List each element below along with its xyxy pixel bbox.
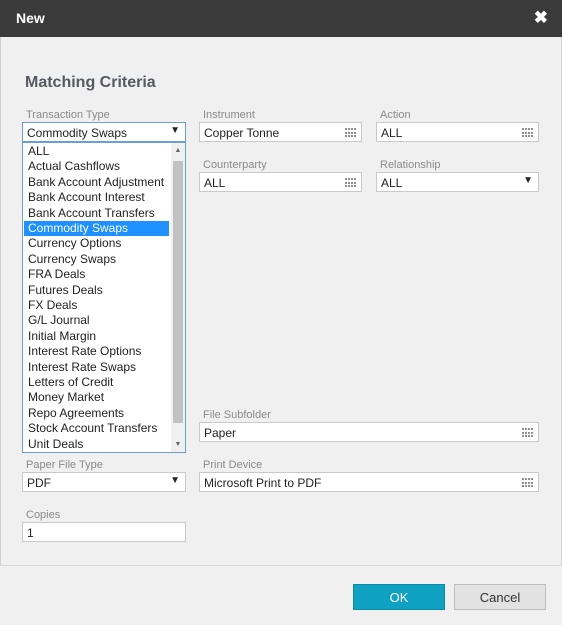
transaction-type-label: Transaction Type — [26, 109, 110, 121]
copies-value: 1 — [27, 526, 34, 540]
dropdown-option[interactable]: Unit Deals — [24, 437, 169, 452]
dropdown-option[interactable]: FX Deals — [24, 298, 169, 313]
copies-label: Copies — [26, 509, 61, 521]
grid-picker-icon[interactable] — [522, 478, 533, 487]
chevron-down-icon: ▼ — [170, 125, 180, 136]
dropdown-option[interactable]: Stock Account Transfers — [24, 421, 169, 436]
grid-picker-icon[interactable] — [345, 128, 356, 137]
relationship-label: Relationship — [380, 159, 441, 171]
ok-button[interactable]: OK — [353, 584, 445, 610]
dropdown-option[interactable]: Bank Account Interest — [24, 190, 169, 205]
paper-file-type-select[interactable]: PDF ▼ — [22, 472, 186, 492]
file-subfolder-label: File Subfolder — [203, 409, 271, 421]
dropdown-option[interactable]: Actual Cashflows — [24, 159, 169, 174]
dropdown-option[interactable]: Money Market — [24, 390, 169, 405]
grid-picker-icon[interactable] — [522, 428, 533, 437]
dropdown-option[interactable]: ALL — [24, 144, 169, 159]
instrument-value: Copper Tonne — [204, 126, 280, 140]
dropdown-option[interactable]: Letters of Credit — [24, 375, 169, 390]
transaction-type-value: Commodity Swaps — [27, 126, 128, 140]
relationship-select[interactable]: ALL ▼ — [376, 172, 539, 192]
paper-file-type-label: Paper File Type — [26, 459, 103, 471]
dropdown-option[interactable]: Interest Rate Options — [24, 344, 169, 359]
chevron-down-icon: ▼ — [523, 175, 533, 186]
grid-picker-icon[interactable] — [522, 128, 533, 137]
print-device-value: Microsoft Print to PDF — [204, 476, 322, 490]
dropdown-option[interactable]: Interest Rate Swaps — [24, 360, 169, 375]
print-device-field[interactable]: Microsoft Print to PDF — [199, 472, 539, 492]
file-subfolder-value: Paper — [204, 426, 237, 440]
dropdown-option[interactable]: G/L Journal — [24, 313, 169, 328]
dropdown-option[interactable]: Currency Swaps — [24, 252, 169, 267]
dropdown-option[interactable]: FRA Deals — [24, 267, 169, 282]
dialog-titlebar: New ✖ — [0, 0, 562, 37]
dropdown-option[interactable]: Initial Margin — [24, 329, 169, 344]
transaction-type-listbox[interactable]: ALL Actual Cashflows Bank Account Adjustme… — [22, 142, 186, 453]
section-heading: Matching Criteria — [25, 74, 156, 91]
dropdown-option[interactable]: Bank Account Transfers — [24, 206, 169, 221]
dropdown-option[interactable]: Repo Agreements — [24, 406, 169, 421]
cancel-button[interactable]: Cancel — [454, 584, 546, 610]
instrument-label: Instrument — [203, 109, 255, 121]
counterparty-value: ALL — [204, 176, 226, 190]
instrument-field[interactable]: Copper Tonne — [199, 122, 362, 142]
dropdown-option[interactable]: Futures Deals — [24, 283, 169, 298]
grid-picker-icon[interactable] — [345, 178, 356, 187]
file-subfolder-field[interactable]: Paper — [199, 422, 539, 442]
counterparty-field[interactable]: ALL — [199, 172, 362, 192]
dialog-footer: OK Cancel — [0, 565, 562, 625]
action-value: ALL — [381, 126, 403, 140]
paper-file-type-value: PDF — [27, 476, 51, 490]
dropdown-option[interactable]: Currency Options — [24, 236, 169, 251]
relationship-value: ALL — [381, 176, 403, 190]
counterparty-label: Counterparty — [203, 159, 267, 171]
chevron-down-icon: ▼ — [170, 475, 180, 486]
dropdown-option[interactable]: Commodity Swaps — [24, 221, 169, 236]
print-device-label: Print Device — [203, 459, 263, 471]
dropdown-option[interactable]: Bank Account Adjustment — [24, 175, 169, 190]
scrollbar-thumb[interactable] — [173, 161, 183, 423]
scroll-up-icon[interactable]: ▲ — [174, 147, 182, 154]
action-field[interactable]: ALL — [376, 122, 539, 142]
scroll-down-icon[interactable]: ▼ — [174, 441, 182, 448]
close-icon[interactable]: ✖ — [534, 8, 548, 28]
copies-input[interactable]: 1 — [22, 522, 186, 542]
transaction-type-select[interactable]: Commodity Swaps ▼ — [22, 122, 186, 142]
listbox-scrollbar[interactable]: ▲ ▼ — [171, 143, 185, 452]
action-label: Action — [380, 109, 411, 121]
dialog-title: New — [16, 10, 45, 26]
